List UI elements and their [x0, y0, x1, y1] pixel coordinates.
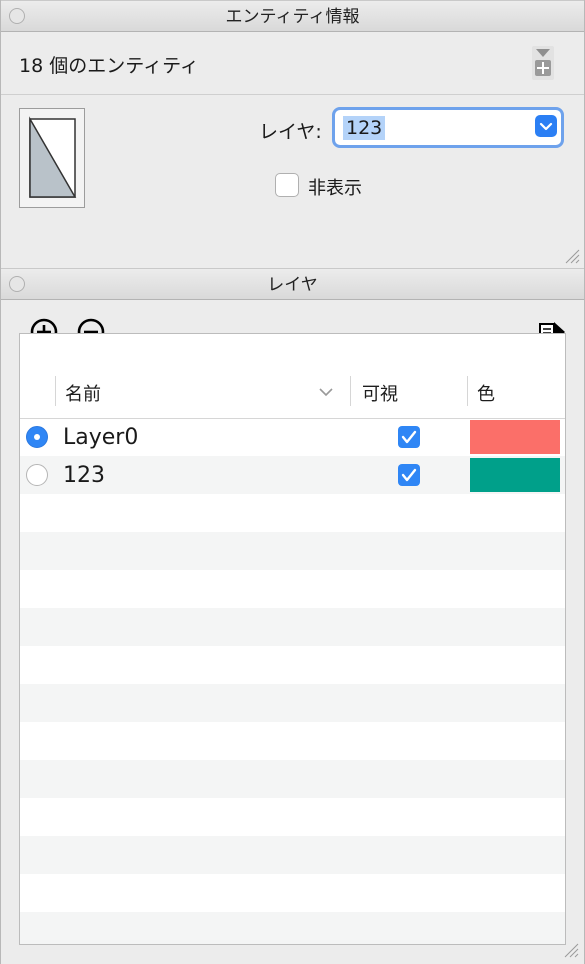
hidden-label: 非表示 [308, 178, 362, 199]
visible-checkbox[interactable] [398, 464, 420, 486]
layers-table: 名前 可視 色 Layer0 123 [19, 333, 566, 945]
layer-color-swatch[interactable] [470, 420, 560, 454]
empty-row [20, 874, 565, 912]
chevron-down-icon[interactable] [535, 115, 557, 137]
column-divider [467, 376, 468, 406]
layer-color-swatch[interactable] [470, 458, 560, 492]
empty-row [20, 646, 565, 684]
close-dot-icon[interactable] [9, 276, 25, 292]
entity-info-panel: エンティティ情報 18 個のエンティティ レイヤ: 123 非表示 [0, 0, 585, 268]
empty-row [20, 760, 565, 798]
add-to-layer-icon[interactable] [532, 46, 554, 80]
layer-label: レイヤ: [259, 121, 322, 143]
resize-grip-icon[interactable] [564, 248, 580, 264]
empty-row [20, 532, 565, 570]
entity-count-row: 18 個のエンティティ [1, 32, 584, 95]
layers-table-header: 名前 可視 色 [20, 334, 565, 419]
column-header-color[interactable]: 色 [477, 380, 495, 406]
entity-thumbnail-icon [29, 116, 77, 198]
layers-title: レイヤ [267, 275, 318, 295]
visible-checkbox[interactable] [398, 426, 420, 448]
empty-row [20, 494, 565, 532]
entity-thumbnail [19, 108, 85, 208]
entity-count-text: 18 個のエンティティ [19, 55, 199, 77]
layer-row[interactable]: 123 [20, 456, 565, 494]
sort-chevron-icon[interactable] [318, 386, 334, 398]
resize-grip-icon[interactable] [563, 942, 579, 958]
entity-info-titlebar[interactable]: エンティティ情報 [1, 0, 584, 32]
active-layer-radio[interactable] [26, 426, 48, 448]
empty-row [20, 722, 565, 760]
column-header-visible[interactable]: 可視 [362, 380, 398, 406]
layer-select[interactable]: 123 [332, 107, 564, 148]
column-divider [55, 376, 56, 406]
checkbox-check-icon [401, 430, 417, 444]
column-header-name[interactable]: 名前 [65, 380, 101, 406]
entity-info-title: エンティティ情報 [225, 7, 360, 27]
empty-row [20, 608, 565, 646]
layer-select-value: 123 [343, 116, 386, 140]
column-divider [350, 376, 351, 406]
empty-row [20, 570, 565, 608]
layer-row[interactable]: Layer0 [20, 418, 565, 456]
layers-titlebar[interactable]: レイヤ [1, 268, 584, 300]
close-dot-icon[interactable] [9, 8, 25, 24]
layer-name: 123 [63, 463, 105, 488]
empty-row [20, 912, 565, 944]
layer-name: Layer0 [63, 425, 139, 450]
empty-row [20, 836, 565, 874]
hidden-checkbox[interactable] [275, 173, 299, 197]
checkbox-check-icon [401, 468, 417, 482]
empty-row [20, 684, 565, 722]
active-layer-radio[interactable] [26, 464, 48, 486]
layers-rows: Layer0 123 [20, 418, 565, 944]
empty-row [20, 798, 565, 836]
